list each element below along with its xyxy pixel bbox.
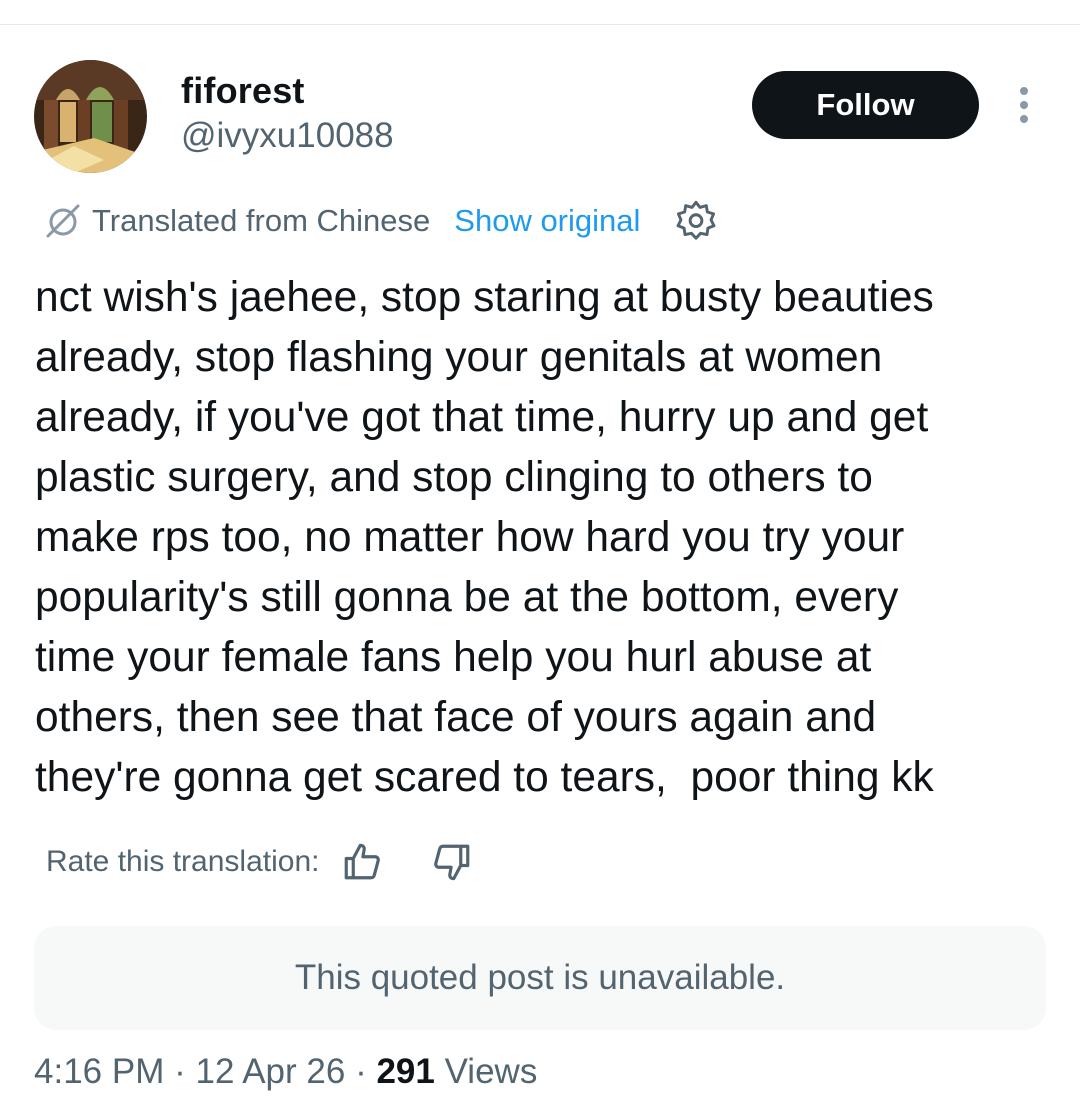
user-handle[interactable]: @ivyxu10088 (181, 116, 394, 156)
more-vertical-icon[interactable] (1009, 84, 1039, 126)
translated-from-label: Translated from Chinese (92, 203, 431, 238)
thumbs-down-icon[interactable] (431, 841, 473, 883)
avatar[interactable] (34, 60, 147, 173)
quoted-post-unavailable: This quoted post is unavailable. (34, 926, 1046, 1030)
translate-icon (46, 204, 80, 238)
post-text: nct wish's jaehee, stop staring at busty… (35, 274, 934, 801)
views-count: 291 (376, 1052, 435, 1091)
rate-translation-label: Rate this translation: (46, 845, 320, 878)
meta-separator: · (355, 1052, 367, 1091)
show-original-link[interactable]: Show original (454, 203, 640, 239)
translation-row: Translated from Chinese Show original (44, 198, 718, 244)
gear-icon[interactable] (674, 199, 718, 243)
thumbs-up-icon[interactable] (341, 841, 383, 883)
rate-translation-row: Rate this translation: (46, 838, 473, 886)
follow-button[interactable]: Follow (752, 71, 979, 139)
post-date[interactable]: 12 Apr 26 (195, 1052, 345, 1091)
meta-separator: · (174, 1052, 186, 1091)
top-divider (0, 24, 1080, 25)
avatar-image (34, 60, 147, 173)
post-time[interactable]: 4:16 PM (34, 1052, 164, 1091)
views-label: Views (444, 1052, 538, 1091)
post-meta: 4:16 PM · 12 Apr 26 · 291 Views (34, 1052, 537, 1092)
display-name[interactable]: fiforest (181, 70, 305, 112)
quoted-post-text: This quoted post is unavailable. (294, 958, 786, 997)
